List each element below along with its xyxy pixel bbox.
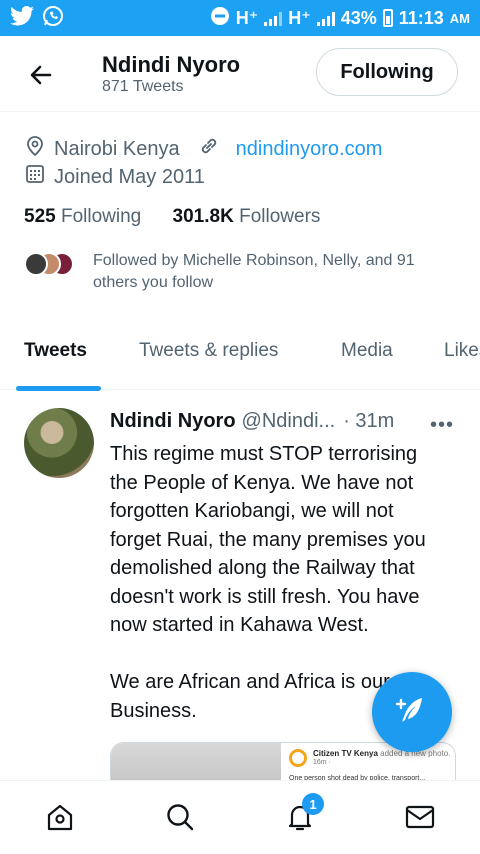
follow-counts: 525 Following 301.8K Followers: [24, 206, 346, 228]
tweet-handle: @Ndindi...: [241, 410, 336, 432]
signal-icon-2: [316, 10, 335, 26]
notifications-button[interactable]: 1: [280, 793, 324, 839]
tweet-avatar[interactable]: [24, 408, 94, 478]
following-label: Following: [60, 206, 142, 227]
status-bar: H⁺ H⁺ 43% 11:13 AM: [0, 0, 480, 36]
followed-by-text: Followed by Michelle Robinson, Nelly, an…: [93, 252, 415, 291]
home-icon: [44, 801, 76, 838]
battery-percent: 43%: [340, 7, 377, 28]
link-icon: [198, 135, 228, 163]
twitter-icon: [10, 5, 34, 31]
search-button[interactable]: [160, 799, 200, 839]
profile-meta: Nairobi Kenya ndindinyoro.com Joined May…: [24, 136, 382, 192]
joined-text: Joined May 2011: [54, 165, 205, 188]
tweet-header: Ndindi Nyoro @Ndindi... · 31m: [110, 410, 470, 433]
location-text: Nairobi Kenya: [54, 137, 180, 160]
profile-header: Ndindi Nyoro 871 Tweets Following: [0, 36, 480, 112]
card-source: Citizen TV Kenya added a new photo.: [313, 749, 451, 758]
do-not-disturb-icon: [210, 6, 230, 31]
clock: 11:13: [398, 7, 444, 28]
card-meta: 16m ·: [313, 759, 331, 766]
clock-ampm: AM: [449, 10, 470, 26]
follower-avatars: [24, 250, 80, 278]
following-count-link[interactable]: 525 Following: [24, 206, 141, 227]
tab-likes[interactable]: Likes: [444, 340, 480, 362]
search-icon: [164, 801, 196, 838]
back-arrow-icon[interactable]: [26, 60, 56, 90]
followers-count-link[interactable]: 301.8K Followers: [173, 206, 321, 227]
profile-tabs: Tweets Tweets & replies Media Likes: [0, 322, 480, 390]
following-button[interactable]: Following: [316, 48, 458, 96]
bottom-navigation: 1: [0, 780, 480, 854]
compose-tweet-button[interactable]: [372, 672, 452, 752]
compose-feather-icon: [392, 690, 432, 735]
tweet-time: · 31m: [343, 410, 395, 432]
network-type-1: H⁺: [235, 7, 259, 28]
tab-tweets-replies[interactable]: Tweets & replies: [139, 340, 278, 362]
network-type-2: H⁺: [288, 7, 311, 28]
header-name: Ndindi Nyoro: [102, 52, 241, 77]
calendar-icon: [24, 163, 54, 191]
location-icon: [24, 135, 54, 163]
citizen-tv-logo-icon: [289, 749, 307, 767]
notification-badge: 1: [302, 793, 324, 815]
tab-tweets[interactable]: Tweets: [24, 340, 87, 362]
followers-label: Followers: [239, 206, 321, 227]
website-link[interactable]: ndindinyoro.com: [236, 138, 383, 161]
tweet-author[interactable]: Ndindi Nyoro: [110, 410, 236, 433]
signal-icon-1: [264, 10, 283, 26]
home-button[interactable]: [40, 799, 80, 839]
followers-count: 301.8K: [172, 206, 234, 227]
avatar: [24, 252, 48, 276]
tab-media[interactable]: Media: [341, 340, 393, 362]
battery-icon: [382, 9, 393, 27]
mail-icon: [404, 801, 436, 838]
following-count: 525: [24, 206, 56, 227]
whatsapp-icon: [42, 5, 64, 32]
header-tweet-count: 871 Tweets: [102, 78, 184, 95]
more-options-icon[interactable]: •••: [430, 414, 454, 437]
active-tab-indicator: [16, 386, 101, 391]
messages-button[interactable]: [400, 799, 440, 839]
followed-by[interactable]: Followed by Michelle Robinson, Nelly, an…: [24, 250, 415, 291]
